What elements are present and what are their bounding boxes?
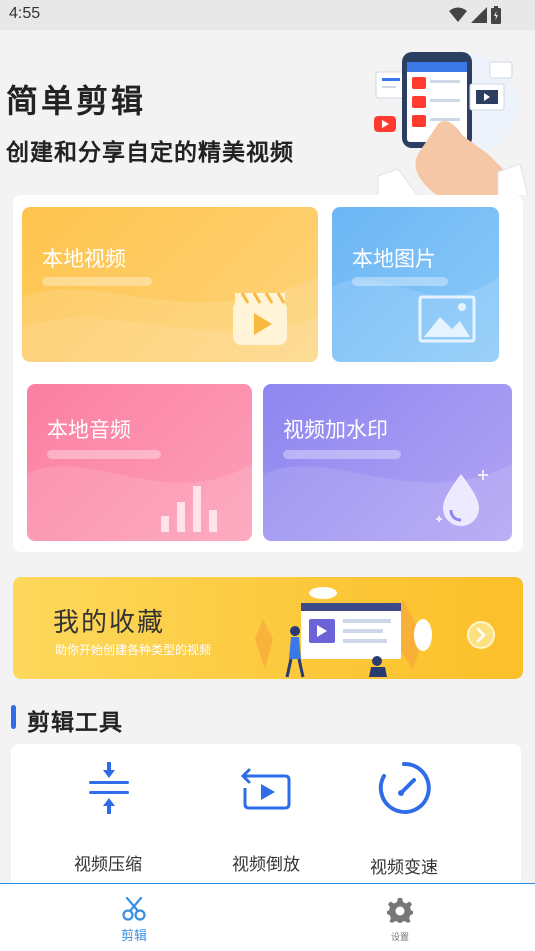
heading-accent-bar xyxy=(11,705,16,729)
card-local-audio[interactable]: 本地音频 xyxy=(27,384,252,541)
favorites-subtitle: 助你开始创建各种类型的视频 xyxy=(55,643,212,657)
card-label: 本地音频 xyxy=(47,418,131,442)
favorites-title: 我的收藏 xyxy=(53,608,166,638)
tool-video-compress[interactable]: 视频压缩 xyxy=(23,744,193,886)
hero-title: 简单剪辑 xyxy=(6,82,147,120)
nav-item-settings[interactable]: 设置 xyxy=(340,884,460,951)
bottom-navigation: 剪辑 设置 xyxy=(0,883,535,951)
card-underline xyxy=(352,277,448,286)
status-bar: 4:55 xyxy=(0,0,535,30)
tools-panel: 视频压缩 视频倒放 视频变速 xyxy=(11,744,521,886)
wifi-icon xyxy=(449,7,467,22)
nav-item-edit[interactable]: 剪辑 xyxy=(74,884,194,951)
media-cards-panel: 本地视频 本地图片 本地音频 视频加水印 xyxy=(13,195,523,552)
card-local-image[interactable]: 本地图片 xyxy=(332,207,499,362)
gear-icon xyxy=(387,898,413,923)
card-underline xyxy=(47,450,161,459)
status-icons xyxy=(449,6,501,24)
reverse-play-icon xyxy=(240,768,291,810)
tool-video-speed[interactable]: 视频变速 xyxy=(319,744,489,886)
water-drop-icon xyxy=(436,470,488,526)
card-underline xyxy=(42,277,152,286)
card-video-watermark[interactable]: 视频加水印 xyxy=(263,384,512,541)
card-label: 本地图片 xyxy=(352,247,436,271)
hero-subtitle: 创建和分享自定的精美视频 xyxy=(6,140,294,166)
bar-chart-icon xyxy=(161,486,217,532)
speedometer-icon xyxy=(378,761,431,814)
favorites-arrow-button[interactable] xyxy=(467,621,495,649)
film-clapper-icon xyxy=(233,292,287,345)
card-label: 本地视频 xyxy=(42,247,126,271)
image-icon xyxy=(418,295,476,343)
battery-icon xyxy=(491,6,501,24)
chevron-right-icon xyxy=(469,623,493,647)
nav-label: 剪辑 xyxy=(120,929,147,944)
tools-heading-text: 剪辑工具 xyxy=(27,710,123,736)
cell-signal-icon xyxy=(471,7,487,23)
phone-hand-illustration xyxy=(374,52,529,196)
tool-label: 视频压缩 xyxy=(74,855,142,875)
video-editing-illustration xyxy=(255,587,432,678)
compress-icon xyxy=(89,762,129,814)
nav-label: 设置 xyxy=(390,933,409,943)
card-underline xyxy=(283,450,401,459)
status-time: 4:55 xyxy=(9,5,41,22)
scissors-icon xyxy=(122,896,146,921)
favorites-banner[interactable]: 我的收藏 助你开始创建各种类型的视频 xyxy=(13,577,523,679)
card-local-video[interactable]: 本地视频 xyxy=(22,207,318,362)
tool-label: 视频变速 xyxy=(370,858,438,878)
card-label: 视频加水印 xyxy=(283,418,388,442)
